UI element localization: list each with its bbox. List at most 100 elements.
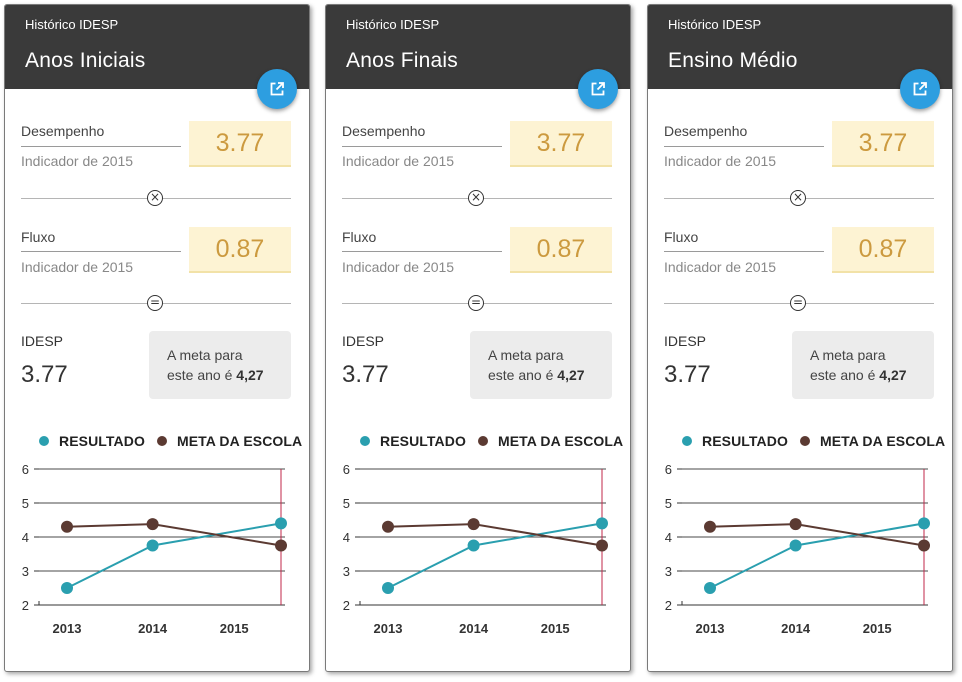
data-point-meta: [704, 520, 716, 533]
desempenho-value: 3.77: [832, 121, 934, 167]
idesp-value: 3.77: [664, 361, 711, 388]
data-point-resultado: [275, 517, 287, 530]
y-tick-label: 6: [343, 462, 350, 477]
desempenho-underline: [21, 146, 181, 147]
chart-legend: RESULTADO META DA ESCOLA: [360, 433, 630, 449]
x-tick-label: 2015: [541, 621, 570, 636]
data-point-meta: [275, 539, 287, 552]
fluxo-value: 0.87: [832, 227, 934, 273]
legend-resultado[interactable]: RESULTADO: [682, 433, 788, 449]
data-point-resultado: [918, 517, 930, 530]
meta-line2: este ano é 4,27: [488, 365, 612, 385]
idesp-value: 3.77: [21, 361, 68, 388]
meta-value: 4,27: [236, 367, 264, 383]
data-point-resultado: [704, 582, 716, 594]
legend-label-resultado: RESULTADO: [702, 433, 788, 449]
card-title: Ensino Médio: [668, 49, 798, 72]
legend-resultado[interactable]: RESULTADO: [360, 433, 466, 449]
series-line-resultado: [66, 522, 282, 589]
idesp-line-chart: 2 3 4 5 6 2013 2014 2015: [665, 462, 930, 636]
desempenho-label: Desempenho: [664, 123, 748, 139]
y-tick-label: 3: [22, 564, 29, 579]
y-tick-label: 5: [343, 496, 350, 511]
fluxo-underline: [664, 251, 824, 252]
desempenho-underline: [664, 146, 824, 147]
equals-icon: =: [147, 295, 163, 311]
meta-line1: A meta para: [488, 347, 564, 363]
y-tick-label: 2: [343, 598, 350, 613]
chart-legend: RESULTADO META DA ESCOLA: [39, 433, 309, 449]
legend-meta[interactable]: META DA ESCOLA: [477, 433, 624, 449]
idesp-line-chart: 2 3 4 5 6 2013 2014 2015: [343, 462, 608, 636]
data-point-resultado: [146, 539, 159, 552]
card-ensino-medio: Histórico IDESP Ensino Médio Desempenho …: [647, 4, 953, 672]
y-tick-label: 4: [22, 530, 29, 545]
y-tick-label: 4: [665, 530, 672, 545]
data-point-meta: [467, 518, 480, 531]
fluxo-sub: Indicador de 2015: [342, 259, 455, 275]
card-anos-finais: Histórico IDESP Anos Finais Desempenho I…: [325, 4, 631, 672]
legend-meta[interactable]: META DA ESCOLA: [156, 433, 303, 449]
idesp-line-chart: 2 3 4 5 6 2013 2014 2015: [22, 462, 287, 636]
header-subtitle: Histórico IDESP: [25, 17, 119, 32]
open-details-button[interactable]: [900, 69, 940, 109]
desempenho-underline: [342, 146, 502, 147]
data-point-meta: [596, 539, 608, 552]
meta-value: 4,27: [557, 367, 585, 383]
x-tick-label: 2013: [696, 621, 725, 636]
series-line-resultado: [709, 522, 925, 589]
open-in-new-icon: [591, 82, 605, 96]
legend-label-meta: META DA ESCOLA: [819, 433, 946, 449]
equals-icon: =: [468, 295, 484, 311]
x-tick-label: 2013: [374, 621, 403, 636]
y-tick-label: 4: [343, 530, 350, 545]
legend-dot-resultado: [682, 436, 692, 446]
data-point-resultado: [467, 539, 480, 552]
y-tick-label: 3: [665, 564, 672, 579]
legend-label-resultado: RESULTADO: [380, 433, 466, 449]
legend-dot-meta: [477, 436, 488, 446]
open-details-button[interactable]: [257, 69, 297, 109]
legend-label-meta: META DA ESCOLA: [176, 433, 303, 449]
fluxo-label: Fluxo: [664, 229, 699, 245]
legend-meta[interactable]: META DA ESCOLA: [799, 433, 946, 449]
meta-box: A meta para este ano é 4,27: [792, 331, 934, 399]
meta-box: A meta para este ano é 4,27: [149, 331, 291, 399]
data-point-resultado: [61, 582, 73, 594]
meta-line1: A meta para: [167, 347, 243, 363]
open-details-button[interactable]: [578, 69, 618, 109]
meta-line2: este ano é 4,27: [167, 365, 291, 385]
multiply-icon: ×: [147, 190, 163, 206]
legend-label-meta: META DA ESCOLA: [497, 433, 624, 449]
series-line-resultado: [387, 522, 603, 589]
y-tick-label: 5: [665, 496, 672, 511]
meta-box: A meta para este ano é 4,27: [470, 331, 612, 399]
y-tick-label: 6: [22, 462, 29, 477]
fluxo-underline: [21, 251, 181, 252]
card-anos-iniciais: Histórico IDESP Anos Iniciais Desempenho…: [4, 4, 310, 672]
legend-resultado[interactable]: RESULTADO: [39, 433, 145, 449]
desempenho-sub: Indicador de 2015: [664, 153, 777, 169]
y-tick-label: 2: [22, 598, 29, 613]
equals-icon: =: [790, 295, 806, 311]
desempenho-sub: Indicador de 2015: [342, 153, 455, 169]
desempenho-value: 3.77: [189, 121, 291, 167]
fluxo-value: 0.87: [510, 227, 612, 273]
data-point-resultado: [382, 582, 394, 594]
data-point-resultado: [596, 517, 608, 530]
chart-legend: RESULTADO META DA ESCOLA: [682, 433, 952, 449]
idesp-label: IDESP: [342, 333, 385, 349]
header-subtitle: Histórico IDESP: [346, 17, 440, 32]
data-point-meta: [918, 539, 930, 552]
x-tick-label: 2013: [53, 621, 82, 636]
meta-line2: este ano é 4,27: [810, 365, 934, 385]
y-tick-label: 5: [22, 496, 29, 511]
fluxo-label: Fluxo: [342, 229, 377, 245]
meta-line2-text: este ano é: [810, 367, 880, 383]
data-point-meta: [382, 520, 394, 533]
open-in-new-icon: [913, 82, 927, 96]
y-tick-label: 6: [665, 462, 672, 477]
y-tick-label: 3: [343, 564, 350, 579]
x-tick-label: 2014: [459, 621, 489, 636]
x-tick-label: 2014: [138, 621, 168, 636]
